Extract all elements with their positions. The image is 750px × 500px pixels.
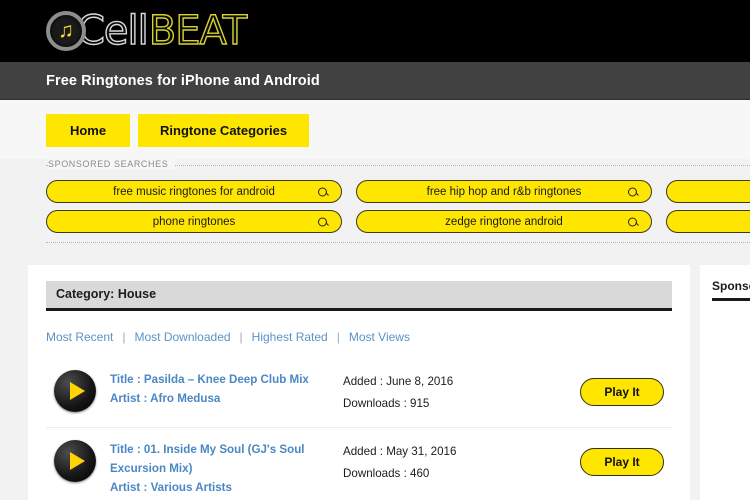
play-triangle-icon[interactable] — [54, 370, 96, 412]
sort-option-most-views[interactable]: Most Views — [349, 330, 410, 344]
magnifier-icon — [628, 217, 637, 226]
magnifier-icon — [318, 217, 327, 226]
sponsored-search-pill[interactable]: phone ringtones — [46, 210, 342, 233]
logo-text-cell: Cell — [76, 8, 149, 54]
sort-separator: | — [122, 330, 126, 344]
ringtone-downloads: Downloads : 460 — [343, 467, 430, 480]
ringtone-list: Title : Pasilda – Knee Deep Club Mix Art… — [46, 358, 672, 500]
sponsored-search-label: phone ringtones — [152, 215, 236, 228]
sponsored-search-pill[interactable] — [666, 180, 750, 203]
sponsored-searches-legend: SPONSORED SEARCHES — [48, 159, 176, 169]
page-body: Category: House Most Recent | Most Downl… — [0, 243, 750, 500]
sponsored-search-pill[interactable]: free hip hop and r&b ringtones — [356, 180, 652, 203]
ringtone-meta: Title : 01. Inside My Soul (GJ's Soul Ex… — [110, 438, 343, 497]
ringtone-title[interactable]: Title : 01. Inside My Soul (GJ's Soul Ex… — [110, 440, 343, 478]
play-triangle-icon[interactable] — [54, 440, 96, 482]
content-panel: Category: House Most Recent | Most Downl… — [28, 265, 690, 500]
site-header: ♫ CellBEAT — [0, 0, 750, 62]
ringtone-stats: Added : May 31, 2016 Downloads : 460 — [343, 438, 523, 485]
sort-bar: Most Recent | Most Downloaded | Highest … — [46, 330, 672, 344]
sort-separator: | — [336, 330, 340, 344]
sponsored-column — [666, 180, 750, 233]
ringtone-artist[interactable]: Artist : Afro Medusa — [110, 389, 343, 408]
play-it-button[interactable]: Play It — [580, 378, 664, 406]
sponsored-search-pill[interactable]: zedge ringtone android — [356, 210, 652, 233]
sort-option-most-recent[interactable]: Most Recent — [46, 330, 113, 344]
page-root: ♫ CellBEAT Free Ringtones for iPhone and… — [0, 0, 750, 500]
ringtone-row: Title : 01. Inside My Soul (GJ's Soul Ex… — [46, 428, 672, 500]
sponsored-column: free music ringtones for android phone r… — [46, 180, 342, 233]
ringtone-row: Title : Pasilda – Knee Deep Club Mix Art… — [46, 358, 672, 428]
sort-separator: | — [239, 330, 243, 344]
category-header: Category: House — [46, 281, 672, 311]
sort-option-most-downloaded[interactable]: Most Downloaded — [134, 330, 230, 344]
sponsored-searches: SPONSORED SEARCHES free music ringtones … — [46, 159, 750, 243]
ringtone-title[interactable]: Title : Pasilda – Knee Deep Club Mix — [110, 370, 343, 389]
sponsored-search-pill[interactable]: free music ringtones for android — [46, 180, 342, 203]
nav-item-ringtone-categories[interactable]: Ringtone Categories — [138, 114, 310, 147]
sidebar-sponsored: Sponsored — [700, 265, 750, 500]
ringtone-added: Added : May 31, 2016 — [343, 445, 457, 458]
sponsored-search-pill[interactable] — [666, 210, 750, 233]
sort-option-highest-rated[interactable]: Highest Rated — [252, 330, 328, 344]
sponsored-column: free hip hop and r&b ringtones zedge rin… — [356, 180, 652, 233]
sidebar-title: Sponsored — [712, 279, 750, 301]
play-it-button[interactable]: Play It — [580, 448, 664, 476]
logo-text-beat: BEAT — [148, 8, 248, 54]
sponsored-search-label: free music ringtones for android — [113, 185, 275, 198]
magnifier-icon — [628, 187, 637, 196]
magnifier-icon — [318, 187, 327, 196]
ringtone-downloads: Downloads : 915 — [343, 397, 430, 410]
main-nav: Home Ringtone Categories — [0, 100, 750, 159]
nav-item-home[interactable]: Home — [46, 114, 130, 147]
ringtone-meta: Title : Pasilda – Knee Deep Club Mix Art… — [110, 368, 343, 408]
tagline-bar: Free Ringtones for iPhone and Android — [0, 62, 750, 100]
tagline-text: Free Ringtones for iPhone and Android — [46, 72, 320, 89]
sponsored-search-label: zedge ringtone android — [445, 215, 563, 228]
ringtone-artist[interactable]: Artist : Various Artists — [110, 478, 343, 497]
ringtone-added: Added : June 8, 2016 — [343, 375, 454, 388]
site-logo[interactable]: ♫ CellBEAT — [46, 8, 248, 54]
ringtone-stats: Added : June 8, 2016 Downloads : 915 — [343, 368, 523, 415]
sponsored-search-label: free hip hop and r&b ringtones — [426, 185, 582, 198]
music-note-icon: ♫ — [46, 11, 86, 51]
